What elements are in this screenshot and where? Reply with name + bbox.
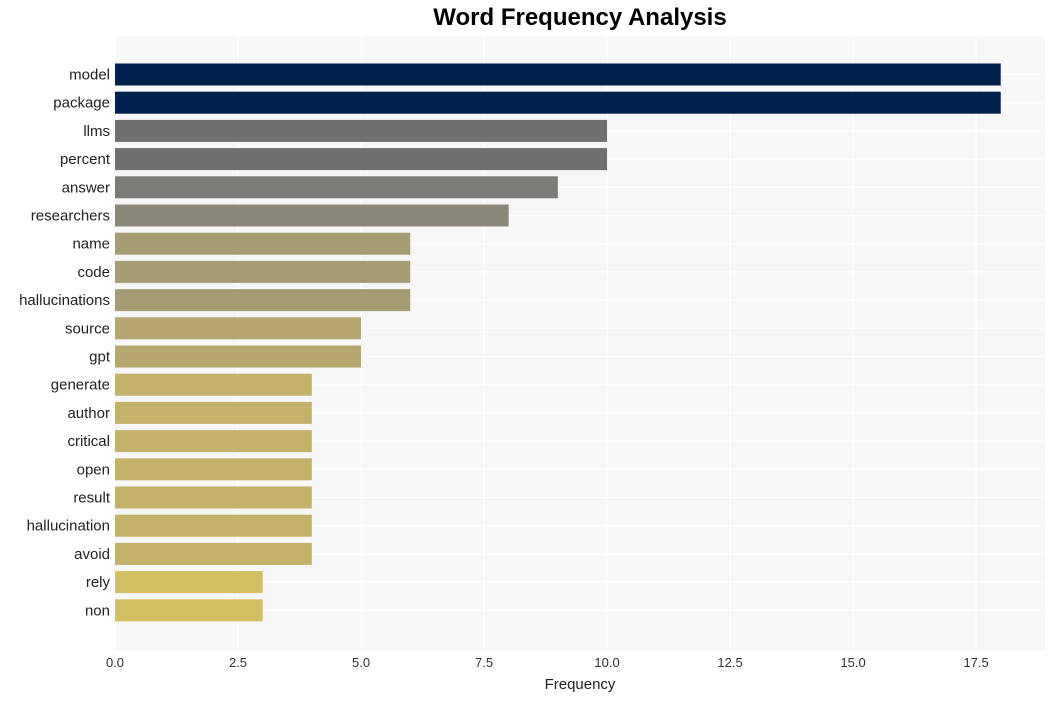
bar-llms bbox=[115, 119, 608, 142]
bar-hallucination bbox=[115, 514, 312, 537]
y-tick-label: hallucination bbox=[27, 518, 110, 535]
x-tick-label: 15.0 bbox=[840, 655, 865, 670]
bar-answer bbox=[115, 176, 558, 199]
y-tick-label: avoid bbox=[74, 546, 110, 563]
x-tick-label: 2.5 bbox=[229, 655, 247, 670]
y-tick-label: source bbox=[65, 320, 110, 337]
y-tick-label: hallucinations bbox=[19, 292, 110, 309]
bar-open bbox=[115, 458, 312, 481]
y-tick-label: author bbox=[67, 405, 110, 422]
bar-non bbox=[115, 599, 263, 622]
bar-code bbox=[115, 260, 411, 283]
y-tick-label: percent bbox=[60, 151, 111, 168]
y-tick-label: llms bbox=[83, 123, 110, 140]
x-tick-label: 7.5 bbox=[475, 655, 493, 670]
x-tick-label: 17.5 bbox=[963, 655, 988, 670]
y-tick-label: rely bbox=[86, 574, 111, 591]
y-tick-label: answer bbox=[62, 179, 110, 196]
x-tick-label: 12.5 bbox=[717, 655, 742, 670]
y-tick-label: model bbox=[69, 67, 110, 84]
x-tick-label: 5.0 bbox=[352, 655, 370, 670]
bar-model bbox=[115, 63, 1001, 86]
bar-avoid bbox=[115, 542, 312, 565]
bar-chart: model package llms percent answer researchers… bbox=[19, 36, 1045, 693]
bar-author bbox=[115, 401, 312, 424]
y-tick-label: code bbox=[77, 264, 110, 281]
x-axis-label: Frequency bbox=[545, 676, 616, 693]
y-tick-label: name bbox=[72, 236, 110, 253]
x-tick-label: 0.0 bbox=[106, 655, 124, 670]
y-tick-label: result bbox=[73, 490, 111, 507]
bar-result bbox=[115, 486, 312, 509]
y-tick-label: researchers bbox=[31, 208, 110, 225]
x-tick-label: 10.0 bbox=[594, 655, 619, 670]
y-tick-label: open bbox=[77, 461, 110, 478]
y-tick-label: gpt bbox=[89, 349, 111, 366]
bar-percent bbox=[115, 148, 608, 171]
bar-name bbox=[115, 232, 411, 255]
y-tick-label: generate bbox=[51, 377, 110, 394]
bar-generate bbox=[115, 373, 312, 396]
y-tick-label: package bbox=[53, 95, 110, 112]
y-tick-label: critical bbox=[67, 433, 110, 450]
bar-source bbox=[115, 317, 362, 340]
bar-hallucinations bbox=[115, 289, 411, 312]
bar-critical bbox=[115, 430, 312, 453]
y-tick-label: non bbox=[85, 602, 110, 619]
bar-rely bbox=[115, 571, 263, 594]
bar-package bbox=[115, 91, 1001, 114]
bar-gpt bbox=[115, 345, 362, 368]
bar-researchers bbox=[115, 204, 509, 227]
